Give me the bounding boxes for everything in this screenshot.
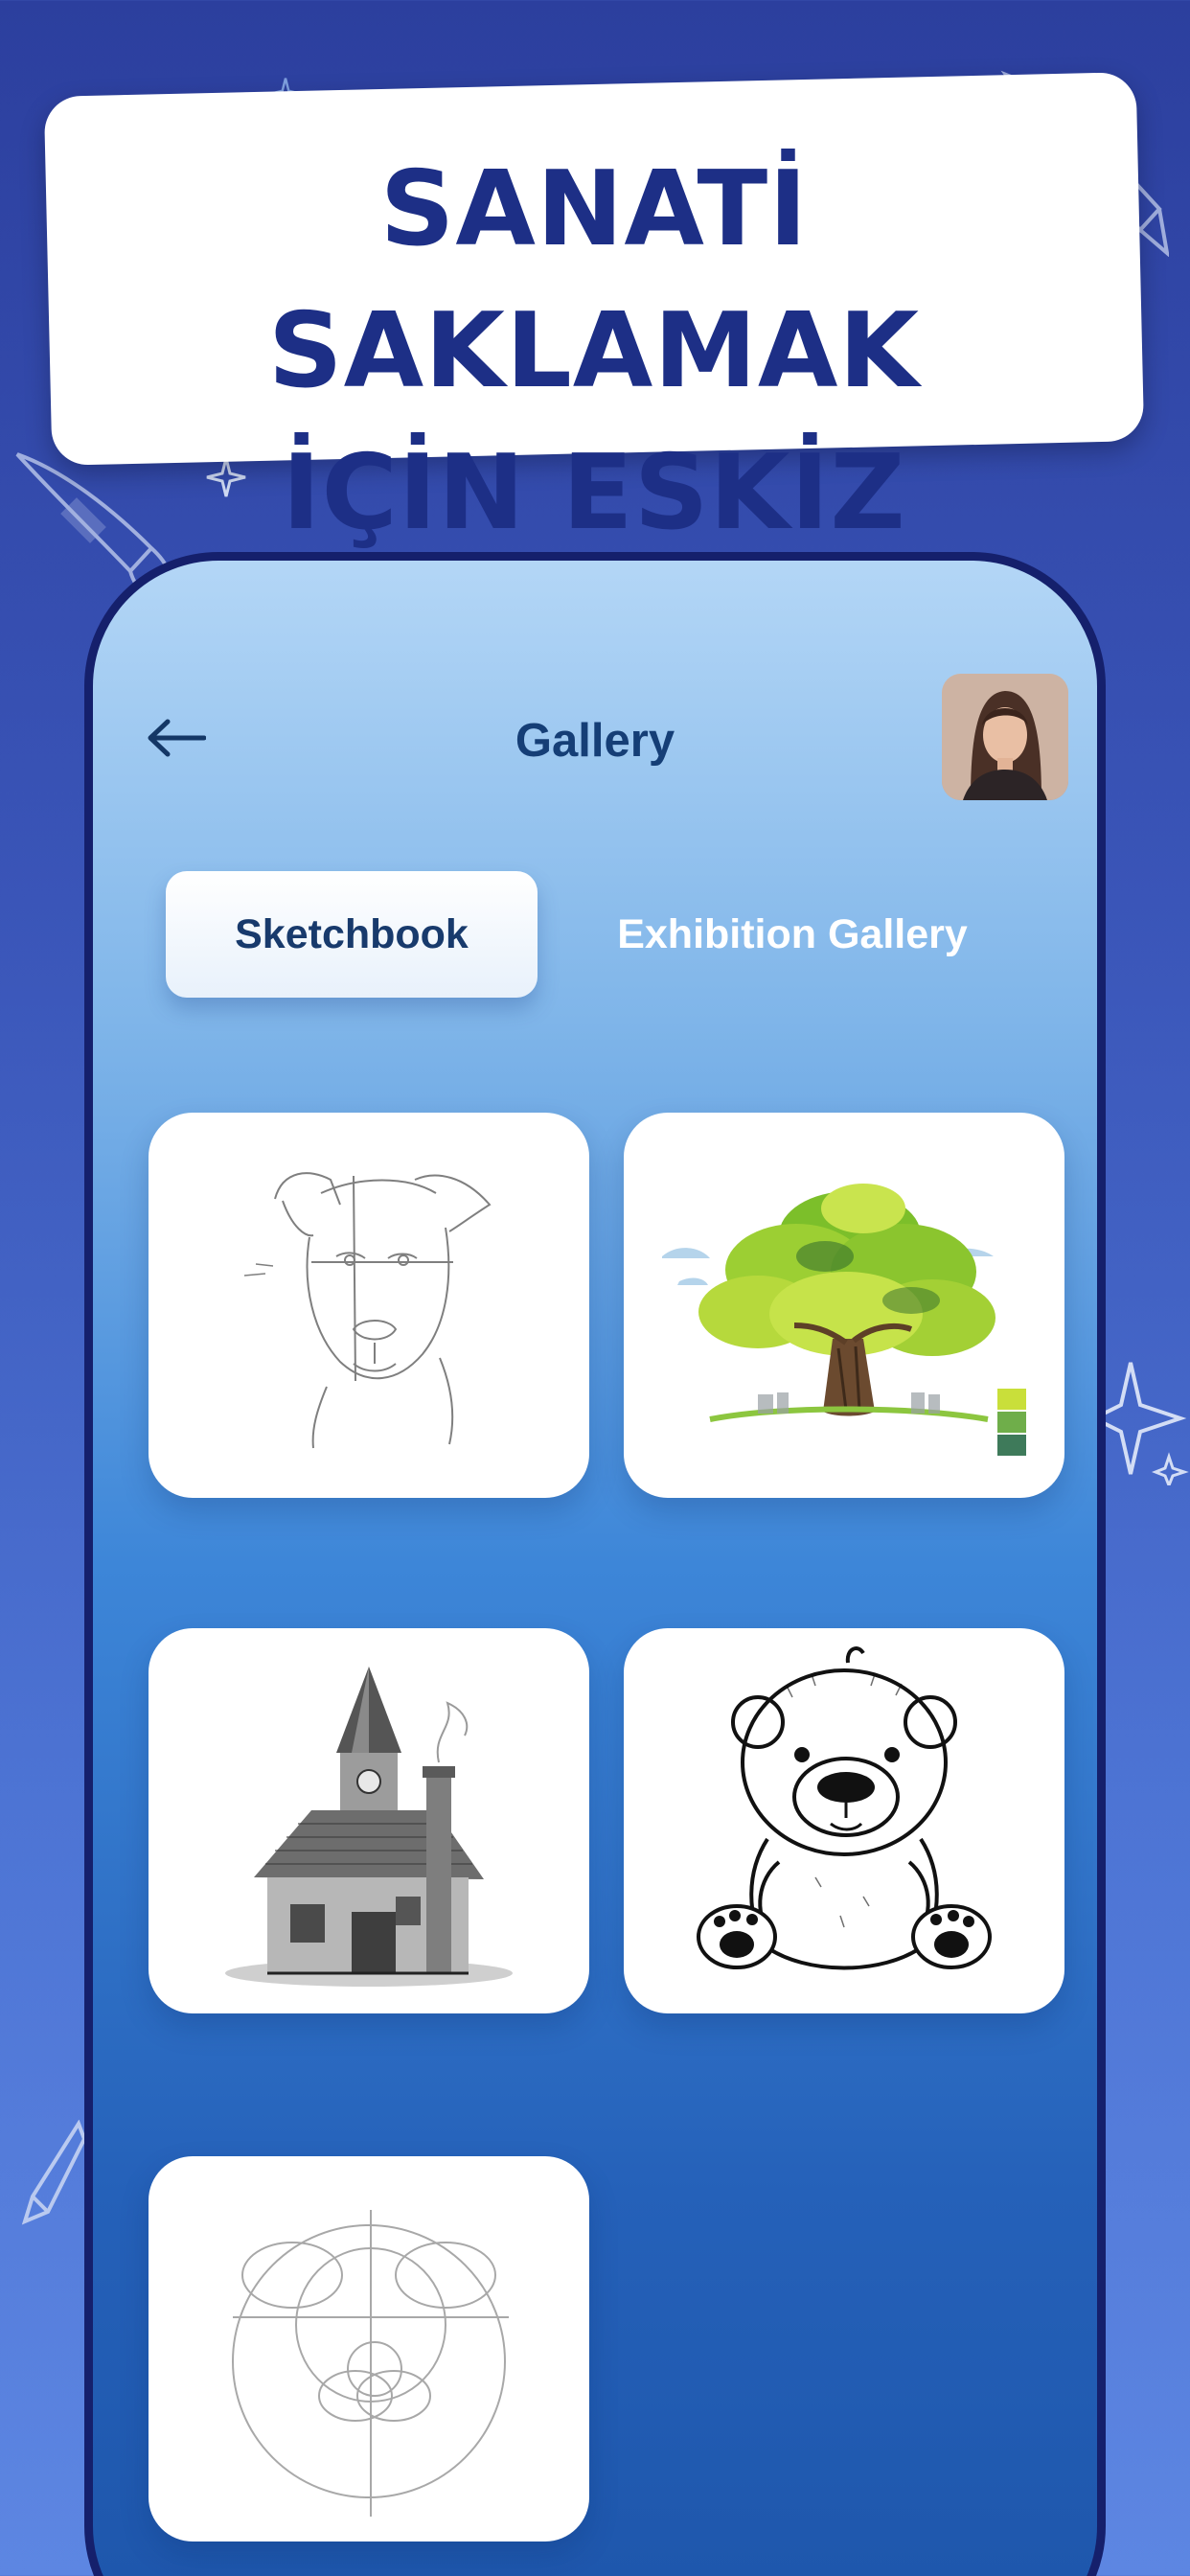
pencil-doodle-icon <box>21 2120 87 2225</box>
tree-sketch-image <box>662 1184 1026 1456</box>
phone-frame: Gallery Sketchbook Exhibition Gallery <box>84 552 1106 2576</box>
avatar-image <box>942 674 1068 800</box>
gallery-item-dog[interactable] <box>149 1113 589 1498</box>
gallery-item-tree[interactable] <box>624 1113 1064 1498</box>
tab-exhibition-gallery[interactable]: Exhibition Gallery <box>591 871 994 998</box>
bear-construction-sketch-image <box>232 2210 509 2517</box>
teddy-bear-sketch-image <box>697 1646 992 1970</box>
avatar[interactable] <box>942 674 1068 800</box>
gallery-item-bear-construction[interactable] <box>149 2156 589 2542</box>
gallery-item-house[interactable] <box>149 1628 589 2013</box>
dog-sketch-image <box>243 1172 492 1449</box>
headline: SANATİ SAKLAMAK İÇİN ESKİZ <box>48 139 1140 564</box>
tab-sketchbook[interactable]: Sketchbook <box>166 871 538 998</box>
headline-line-1: SANATİ SAKLAMAK <box>267 150 921 411</box>
headline-line-2: İÇİN ESKİZ <box>282 433 906 553</box>
house-sketch-image <box>225 1667 513 1987</box>
gallery-item-teddy-bear[interactable] <box>624 1628 1064 2013</box>
star-doodle-icon <box>1092 1362 1189 1485</box>
